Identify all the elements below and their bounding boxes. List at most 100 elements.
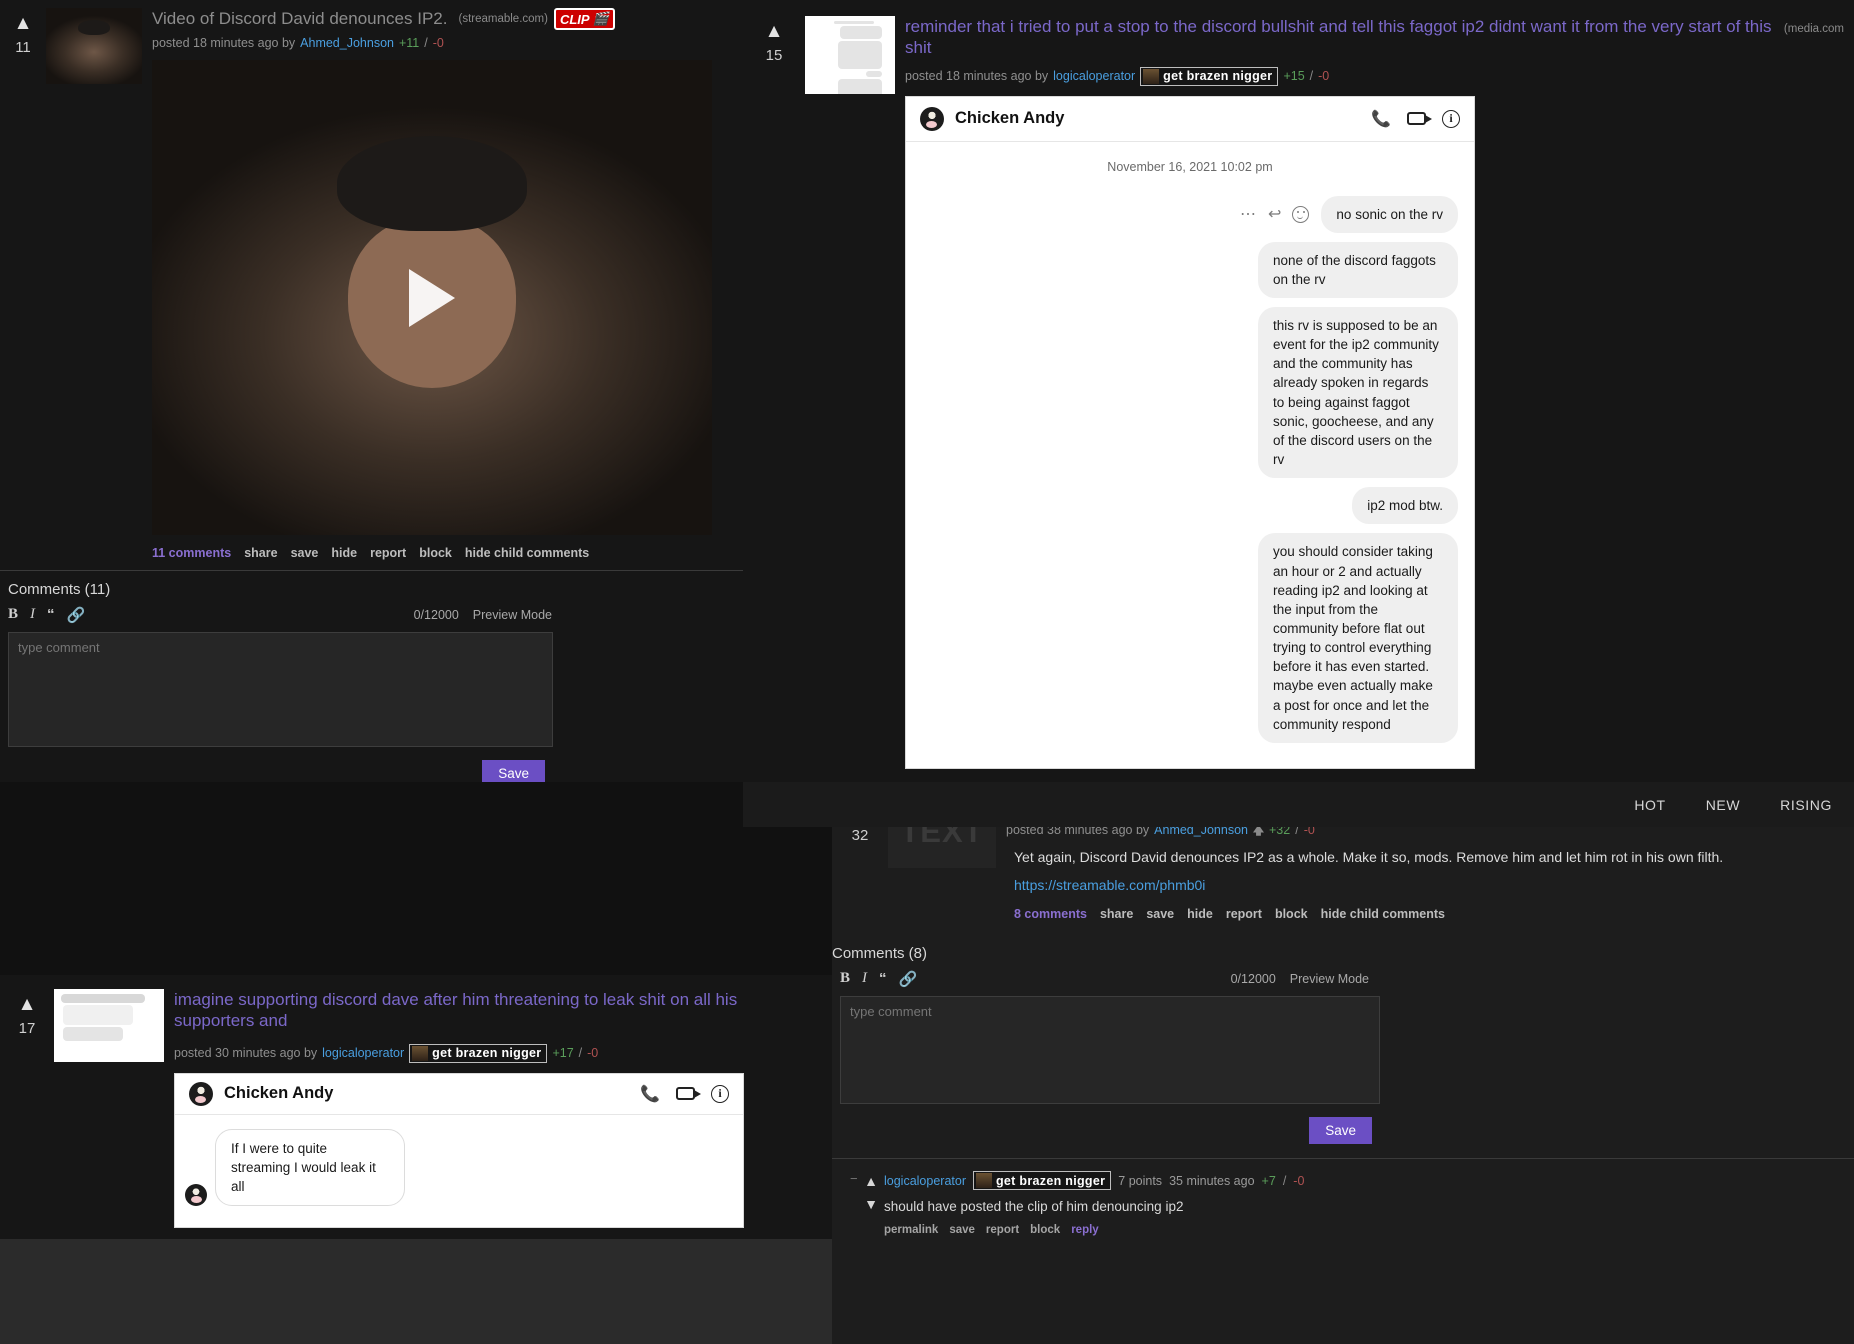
messenger-card-large: Chicken Andy 📞 i November 16, 2021 10:02… (905, 95, 1475, 769)
italic-icon[interactable]: I (30, 606, 35, 624)
info-icon[interactable]: i (1442, 109, 1460, 128)
reply-icon[interactable]: ↩ (1268, 204, 1281, 224)
format-toolbar: B I “ 🔗 0/12000 Preview Mode (0, 604, 560, 628)
post-actions: 8 comments share save hide report block … (1006, 907, 1840, 921)
message-row: If I were to quite streaming I would lea… (185, 1128, 727, 1206)
report-link[interactable]: report (370, 546, 406, 560)
message-tools[interactable]: ⋯ ↩ (1240, 204, 1310, 224)
post-content: imagine supporting discord dave after hi… (174, 989, 832, 1239)
post-thumbnail[interactable] (805, 16, 895, 94)
post-upvotes: +11 (398, 36, 420, 50)
vote-score: 15 (765, 47, 783, 64)
upvote-icon[interactable]: ▲ (765, 22, 784, 41)
comment-input[interactable] (8, 632, 553, 747)
comments-link[interactable]: 8 comments (1014, 907, 1087, 921)
clapperboard-icon: 🎬 (592, 11, 609, 26)
post-body-link[interactable]: https://streamable.com/phmb0i (1006, 877, 1840, 893)
video-player[interactable] (152, 60, 712, 535)
hide-child-comments-link[interactable]: hide child comments (1321, 907, 1445, 921)
message-date: November 16, 2021 10:02 pm (1107, 159, 1273, 174)
post-author[interactable]: Ahmed_Johnson (300, 36, 394, 50)
block-link[interactable]: block (419, 546, 452, 560)
vote-column[interactable]: ▲ 11 (0, 8, 46, 56)
flair-label: get brazen nigger (1163, 69, 1273, 83)
vote-column[interactable]: ▲ 15 (743, 16, 805, 64)
save-comment-button[interactable]: Save (1309, 1117, 1372, 1145)
post-author[interactable]: logicaloperator (322, 1046, 404, 1060)
vote-column[interactable]: ▲ 17 (0, 989, 54, 1037)
block-link[interactable]: block (1030, 1224, 1060, 1236)
comment-author[interactable]: logicaloperator (884, 1174, 966, 1188)
message-bubble: ip2 mod btw. (1352, 487, 1458, 525)
sort-tabs-bar: HOT NEW RISING (743, 782, 1854, 827)
preview-mode-toggle[interactable]: Preview Mode (473, 608, 552, 622)
vote-score: 11 (15, 39, 31, 56)
messenger-header: Chicken Andy 📞 i (906, 97, 1474, 142)
message-row: ip2 mod btw. (922, 487, 1458, 525)
play-button-icon[interactable] (409, 268, 455, 327)
block-link[interactable]: block (1275, 907, 1308, 921)
permalink-link[interactable]: permalink (884, 1224, 938, 1236)
vote-score: 17 (18, 1020, 36, 1037)
italic-icon[interactable]: I (862, 970, 867, 988)
flair-avatar-icon (1143, 68, 1160, 84)
react-emoji-icon[interactable] (1292, 205, 1310, 223)
post-domain: (streamable.com) (458, 13, 548, 25)
upvote-icon[interactable]: ▲ (14, 14, 33, 33)
comment-downvote-icon[interactable]: ▼ (864, 1196, 878, 1212)
comment-text: should have posted the clip of him denou… (884, 1199, 1184, 1215)
bold-icon[interactable]: B (840, 970, 850, 988)
hide-link[interactable]: hide (331, 546, 357, 560)
post-author[interactable]: logicaloperator (1053, 69, 1135, 83)
save-comment-button[interactable]: Save (482, 760, 545, 782)
hide-child-comments-link[interactable]: hide child comments (465, 546, 589, 560)
tab-rising[interactable]: RISING (1780, 797, 1832, 813)
comment-upvote-icon[interactable]: ▲ (864, 1173, 878, 1189)
collapse-toggle[interactable]: − (832, 1171, 858, 1236)
comment-score-separator: / (1282, 1173, 1287, 1188)
quote-icon[interactable]: “ (879, 970, 887, 988)
video-icon[interactable] (676, 1087, 701, 1100)
post-title[interactable]: reminder that i tried to put a stop to t… (905, 16, 1775, 59)
comment-downvotes: -0 (1293, 1173, 1305, 1188)
comment-votes[interactable]: ▲ ▼ (858, 1171, 884, 1236)
comments-link[interactable]: 11 comments (152, 546, 231, 560)
post-title[interactable]: Video of Discord David denounces IP2. (152, 8, 447, 29)
link-icon[interactable]: 🔗 (67, 606, 86, 624)
comment-input[interactable] (840, 996, 1380, 1105)
score-separator: / (424, 36, 428, 50)
report-link[interactable]: report (1226, 907, 1262, 921)
upvote-icon[interactable]: ▲ (18, 995, 37, 1014)
share-link[interactable]: share (1100, 907, 1133, 921)
post-thumbnail[interactable] (46, 8, 142, 84)
save-link[interactable]: save (291, 546, 319, 560)
comment-actions: permalink save report block reply (884, 1224, 1854, 1236)
post-downvotes: -0 (1318, 69, 1330, 83)
phone-icon[interactable]: 📞 (1371, 109, 1391, 129)
message-bubble: no sonic on the rv (1321, 195, 1458, 233)
tab-new[interactable]: NEW (1706, 797, 1740, 813)
report-link[interactable]: report (986, 1224, 1019, 1236)
share-link[interactable]: share (244, 546, 277, 560)
tab-hot[interactable]: HOT (1634, 797, 1665, 813)
more-options-icon[interactable]: ⋯ (1240, 204, 1257, 224)
remove-post-panel: ▲ 32 TEXT Remove Discord David from IP2.… (832, 782, 1854, 1344)
video-icon[interactable] (1407, 112, 1432, 125)
info-icon[interactable]: i (711, 1084, 729, 1103)
quote-icon[interactable]: “ (47, 606, 55, 624)
save-link[interactable]: save (1146, 907, 1174, 921)
reply-link[interactable]: reply (1071, 1224, 1099, 1236)
bold-icon[interactable]: B (8, 606, 18, 624)
video-frame-cap (336, 136, 528, 231)
char-counter: 0/12000 (413, 608, 459, 622)
post-title[interactable]: imagine supporting discord dave after hi… (174, 990, 737, 1030)
preview-mode-toggle[interactable]: Preview Mode (1290, 972, 1369, 986)
message-row: this rv is supposed to be an event for t… (922, 306, 1458, 479)
format-toolbar: B I “ 🔗 0/12000 Preview Mode (832, 968, 1377, 992)
post-thumbnail[interactable] (54, 989, 164, 1062)
save-link[interactable]: save (949, 1224, 975, 1236)
link-icon[interactable]: 🔗 (899, 970, 918, 988)
hide-link[interactable]: hide (1187, 907, 1213, 921)
phone-icon[interactable]: 📞 (640, 1084, 660, 1104)
avatar (920, 106, 944, 131)
